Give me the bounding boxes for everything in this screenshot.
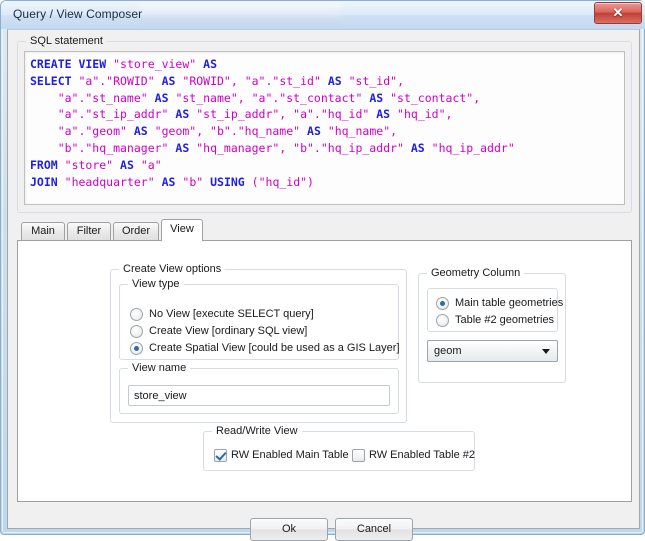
ok-button[interactable]: Ok bbox=[250, 518, 328, 541]
view-type-group: View type No View [execute SELECT query]… bbox=[119, 278, 400, 360]
radio-create-spatial-view[interactable]: Create Spatial View [could be used as a … bbox=[130, 339, 400, 357]
radio-main-table-geometries-label: Main table geometries bbox=[455, 297, 564, 309]
close-button[interactable]: ✕ bbox=[594, 2, 642, 24]
radio-no-view-icon bbox=[130, 307, 143, 321]
read-write-view-label: Read/Write View bbox=[212, 425, 302, 437]
geometry-column-select[interactable]: geom bbox=[427, 340, 558, 362]
checkbox-rw-main-table-label: RW Enabled Main Table bbox=[231, 449, 349, 461]
radio-table2-geometries-label: Table #2 geometries bbox=[455, 314, 555, 326]
checkbox-rw-table2-icon bbox=[352, 448, 365, 462]
sql-line: FROM "store" AS "a" bbox=[30, 157, 162, 172]
radio-no-view[interactable]: No View [execute SELECT query] bbox=[130, 305, 314, 323]
checkbox-rw-table2[interactable]: RW Enabled Table #2 bbox=[352, 446, 475, 464]
cancel-button[interactable]: Cancel bbox=[335, 518, 413, 541]
tab-filter[interactable]: Filter bbox=[67, 222, 111, 240]
geometry-column-label: Geometry Column bbox=[427, 267, 525, 279]
view-name-label: View name bbox=[128, 362, 191, 374]
sql-line: "a"."st_ip_addr" AS "st_ip_addr", "a"."h… bbox=[30, 107, 453, 122]
radio-main-table-geometries-icon bbox=[436, 296, 449, 310]
tab-order[interactable]: Order bbox=[113, 222, 159, 240]
radio-create-spatial-view-label: Create Spatial View [could be used as a … bbox=[149, 342, 400, 354]
geometry-column-select-value: geom bbox=[434, 345, 462, 357]
sql-statement-group: SQL statement CREATE VIEW "store_view" A… bbox=[17, 35, 632, 213]
chevron-down-icon bbox=[542, 349, 550, 354]
sql-line: "a"."geom" AS "geom", "b"."hq_name" AS "… bbox=[30, 124, 398, 139]
checkbox-rw-main-table[interactable]: RW Enabled Main Table bbox=[214, 446, 349, 464]
tab-panel-view: Create View options View type No View [e… bbox=[17, 240, 632, 502]
radio-create-spatial-view-icon bbox=[130, 341, 143, 355]
tab-view[interactable]: View bbox=[161, 219, 203, 241]
geometry-radio-box: Main table geometries Table #2 geometrie… bbox=[427, 288, 563, 332]
checkbox-rw-main-table-icon bbox=[214, 448, 227, 462]
window-title: Query / View Composer bbox=[13, 7, 143, 21]
close-icon: ✕ bbox=[612, 5, 624, 20]
title-bar-highlight bbox=[141, 3, 341, 25]
sql-statement-label: SQL statement bbox=[26, 35, 107, 47]
sql-line: SELECT "a"."ROWID" AS "ROWID", "a"."st_i… bbox=[30, 73, 404, 88]
tab-strip: Main Filter Order View bbox=[17, 219, 632, 241]
create-view-options-group: Create View options View type No View [e… bbox=[110, 263, 407, 423]
create-view-options-label: Create View options bbox=[119, 263, 226, 275]
radio-table2-geometries[interactable]: Table #2 geometries bbox=[436, 311, 554, 329]
radio-create-view-icon bbox=[130, 324, 143, 338]
radio-create-view-label: Create View [ordinary SQL view] bbox=[149, 325, 308, 337]
sql-line: "b"."hq_manager" AS "hq_manager", "b"."h… bbox=[30, 140, 515, 155]
radio-no-view-label: No View [execute SELECT query] bbox=[149, 308, 314, 320]
sql-line: CREATE VIEW "store_view" AS bbox=[30, 57, 217, 71]
dialog-window: Query / View Composer ✕ SQL statement CR… bbox=[0, 0, 645, 541]
geometry-column-group: Geometry Column Main table geometries Ta… bbox=[418, 267, 566, 383]
sql-line: "a"."st_name" AS "st_name", "a"."st_cont… bbox=[30, 90, 481, 105]
dialog-client-area: SQL statement CREATE VIEW "store_view" A… bbox=[7, 29, 640, 541]
title-bar: Query / View Composer ✕ bbox=[1, 1, 645, 29]
tab-main[interactable]: Main bbox=[21, 222, 65, 240]
sql-statement-textarea[interactable]: CREATE VIEW "store_view" AS SELECT "a"."R… bbox=[24, 51, 625, 205]
sql-line: JOIN "headquarter" AS "b" USING ("hq_id"… bbox=[30, 174, 314, 189]
checkbox-rw-table2-label: RW Enabled Table #2 bbox=[369, 449, 475, 461]
view-name-input[interactable] bbox=[128, 385, 390, 406]
radio-main-table-geometries[interactable]: Main table geometries bbox=[436, 294, 563, 312]
view-type-label: View type bbox=[128, 278, 184, 290]
read-write-view-group: Read/Write View RW Enabled Main Table RW… bbox=[203, 425, 475, 471]
radio-create-view[interactable]: Create View [ordinary SQL view] bbox=[130, 322, 307, 340]
view-name-group: View name bbox=[119, 362, 399, 414]
radio-table2-geometries-icon bbox=[436, 313, 449, 327]
